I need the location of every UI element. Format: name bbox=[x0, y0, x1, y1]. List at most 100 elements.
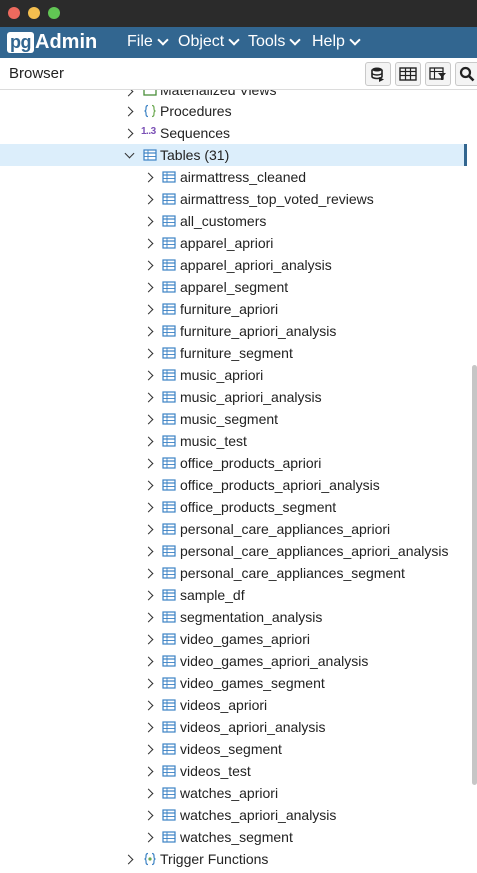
chevron-right-icon[interactable] bbox=[143, 634, 154, 645]
chevron-right-icon[interactable] bbox=[143, 788, 154, 799]
table-icon bbox=[162, 347, 176, 359]
table-row[interactable]: office_products_segment bbox=[0, 496, 467, 518]
query-tool-button[interactable] bbox=[365, 62, 391, 86]
chevron-down-icon bbox=[289, 34, 302, 46]
chevron-right-icon[interactable] bbox=[143, 172, 154, 183]
tree-node-label: Trigger Functions bbox=[160, 851, 269, 867]
chevron-right-icon[interactable] bbox=[143, 216, 154, 227]
table-name-label: office_products_segment bbox=[180, 499, 337, 515]
view-data-button[interactable] bbox=[395, 62, 421, 86]
table-row[interactable]: music_test bbox=[0, 430, 467, 452]
chevron-right-icon[interactable] bbox=[143, 524, 154, 535]
menu-help-label: Help bbox=[312, 33, 345, 50]
menu-tools-label: Tools bbox=[248, 33, 286, 50]
table-row[interactable]: watches_segment bbox=[0, 826, 467, 848]
table-row[interactable]: personal_care_appliances_segment bbox=[0, 562, 467, 584]
table-row[interactable]: video_games_apriori_analysis bbox=[0, 650, 467, 672]
chevron-right-icon[interactable] bbox=[143, 700, 154, 711]
chevron-right-icon[interactable] bbox=[143, 832, 154, 843]
table-row[interactable]: video_games_apriori bbox=[0, 628, 467, 650]
chevron-right-icon[interactable] bbox=[123, 128, 134, 139]
table-row[interactable]: music_segment bbox=[0, 408, 467, 430]
chevron-right-icon[interactable] bbox=[143, 590, 154, 601]
tree-scrollbar-thumb[interactable] bbox=[472, 365, 477, 785]
table-row[interactable]: videos_apriori_analysis bbox=[0, 716, 467, 738]
tree-node-procedures[interactable]: Procedures bbox=[0, 100, 467, 122]
chevron-right-icon[interactable] bbox=[143, 414, 154, 425]
tree-node-sequences[interactable]: 1..3 Sequences bbox=[0, 122, 467, 144]
table-row[interactable]: personal_care_appliances_apriori bbox=[0, 518, 467, 540]
table-icon bbox=[162, 303, 176, 315]
close-window-button[interactable] bbox=[8, 7, 20, 19]
chevron-right-icon[interactable] bbox=[143, 326, 154, 337]
tree-node-trigger-functions[interactable]: Trigger Functions bbox=[0, 848, 467, 870]
chevron-right-icon[interactable] bbox=[143, 370, 154, 381]
table-row[interactable]: watches_apriori bbox=[0, 782, 467, 804]
table-name-label: segmentation_analysis bbox=[180, 609, 323, 625]
table-name-label: music_test bbox=[180, 433, 247, 449]
filtered-rows-button[interactable] bbox=[425, 62, 451, 86]
table-name-label: watches_segment bbox=[180, 829, 293, 845]
table-name-label: videos_test bbox=[180, 763, 251, 779]
chevron-right-icon[interactable] bbox=[143, 436, 154, 447]
chevron-down-icon[interactable] bbox=[124, 148, 135, 159]
search-button[interactable] bbox=[455, 62, 477, 86]
chevron-right-icon[interactable] bbox=[123, 90, 134, 97]
table-row[interactable]: videos_test bbox=[0, 760, 467, 782]
table-row[interactable]: furniture_segment bbox=[0, 342, 467, 364]
menu-file[interactable]: File bbox=[127, 33, 169, 51]
chevron-right-icon[interactable] bbox=[143, 568, 154, 579]
table-row[interactable]: office_products_apriori bbox=[0, 452, 467, 474]
chevron-right-icon[interactable] bbox=[143, 744, 154, 755]
table-icon bbox=[162, 171, 176, 183]
chevron-right-icon[interactable] bbox=[143, 392, 154, 403]
table-row[interactable]: videos_apriori bbox=[0, 694, 467, 716]
tree-node-tables[interactable]: Tables (31) bbox=[0, 144, 467, 166]
table-row[interactable]: personal_care_appliances_apriori_analysi… bbox=[0, 540, 467, 562]
chevron-right-icon[interactable] bbox=[143, 656, 154, 667]
window-titlebar bbox=[0, 0, 477, 27]
table-name-label: furniture_apriori bbox=[180, 301, 279, 317]
chevron-right-icon[interactable] bbox=[143, 260, 154, 271]
table-row[interactable]: furniture_apriori_analysis bbox=[0, 320, 467, 342]
table-row[interactable]: airmattress_top_voted_reviews bbox=[0, 188, 467, 210]
chevron-right-icon[interactable] bbox=[143, 282, 154, 293]
minimize-window-button[interactable] bbox=[28, 7, 40, 19]
chevron-right-icon[interactable] bbox=[123, 854, 134, 865]
chevron-right-icon[interactable] bbox=[143, 766, 154, 777]
chevron-right-icon[interactable] bbox=[143, 458, 154, 469]
maximize-window-button[interactable] bbox=[48, 7, 60, 19]
table-row[interactable]: video_games_segment bbox=[0, 672, 467, 694]
chevron-right-icon[interactable] bbox=[143, 238, 154, 249]
menu-tools[interactable]: Tools bbox=[248, 33, 302, 51]
chevron-right-icon[interactable] bbox=[143, 810, 154, 821]
chevron-right-icon[interactable] bbox=[143, 678, 154, 689]
table-row[interactable]: apparel_apriori_analysis bbox=[0, 254, 467, 276]
table-row[interactable]: all_customers bbox=[0, 210, 467, 232]
table-name-label: apparel_segment bbox=[180, 279, 289, 295]
chevron-right-icon[interactable] bbox=[143, 480, 154, 491]
pgadmin-logo[interactable]: pg Admin bbox=[7, 31, 97, 54]
table-row[interactable]: furniture_apriori bbox=[0, 298, 467, 320]
table-row[interactable]: videos_segment bbox=[0, 738, 467, 760]
table-row[interactable]: segmentation_analysis bbox=[0, 606, 467, 628]
table-row[interactable]: music_apriori bbox=[0, 364, 467, 386]
table-row[interactable]: music_apriori_analysis bbox=[0, 386, 467, 408]
table-row[interactable]: office_products_apriori_analysis bbox=[0, 474, 467, 496]
chevron-right-icon[interactable] bbox=[143, 348, 154, 359]
tables-icon bbox=[143, 149, 157, 161]
chevron-right-icon[interactable] bbox=[143, 304, 154, 315]
table-row[interactable]: airmattress_cleaned bbox=[0, 166, 467, 188]
chevron-right-icon[interactable] bbox=[143, 722, 154, 733]
menu-help[interactable]: Help bbox=[312, 33, 361, 51]
chevron-right-icon[interactable] bbox=[143, 194, 154, 205]
chevron-right-icon[interactable] bbox=[143, 502, 154, 513]
chevron-right-icon[interactable] bbox=[143, 546, 154, 557]
table-row[interactable]: apparel_apriori bbox=[0, 232, 467, 254]
table-row[interactable]: sample_df bbox=[0, 584, 467, 606]
chevron-right-icon[interactable] bbox=[123, 106, 134, 117]
menu-object[interactable]: Object bbox=[178, 33, 240, 51]
chevron-right-icon[interactable] bbox=[143, 612, 154, 623]
table-row[interactable]: watches_apriori_analysis bbox=[0, 804, 467, 826]
table-row[interactable]: apparel_segment bbox=[0, 276, 467, 298]
